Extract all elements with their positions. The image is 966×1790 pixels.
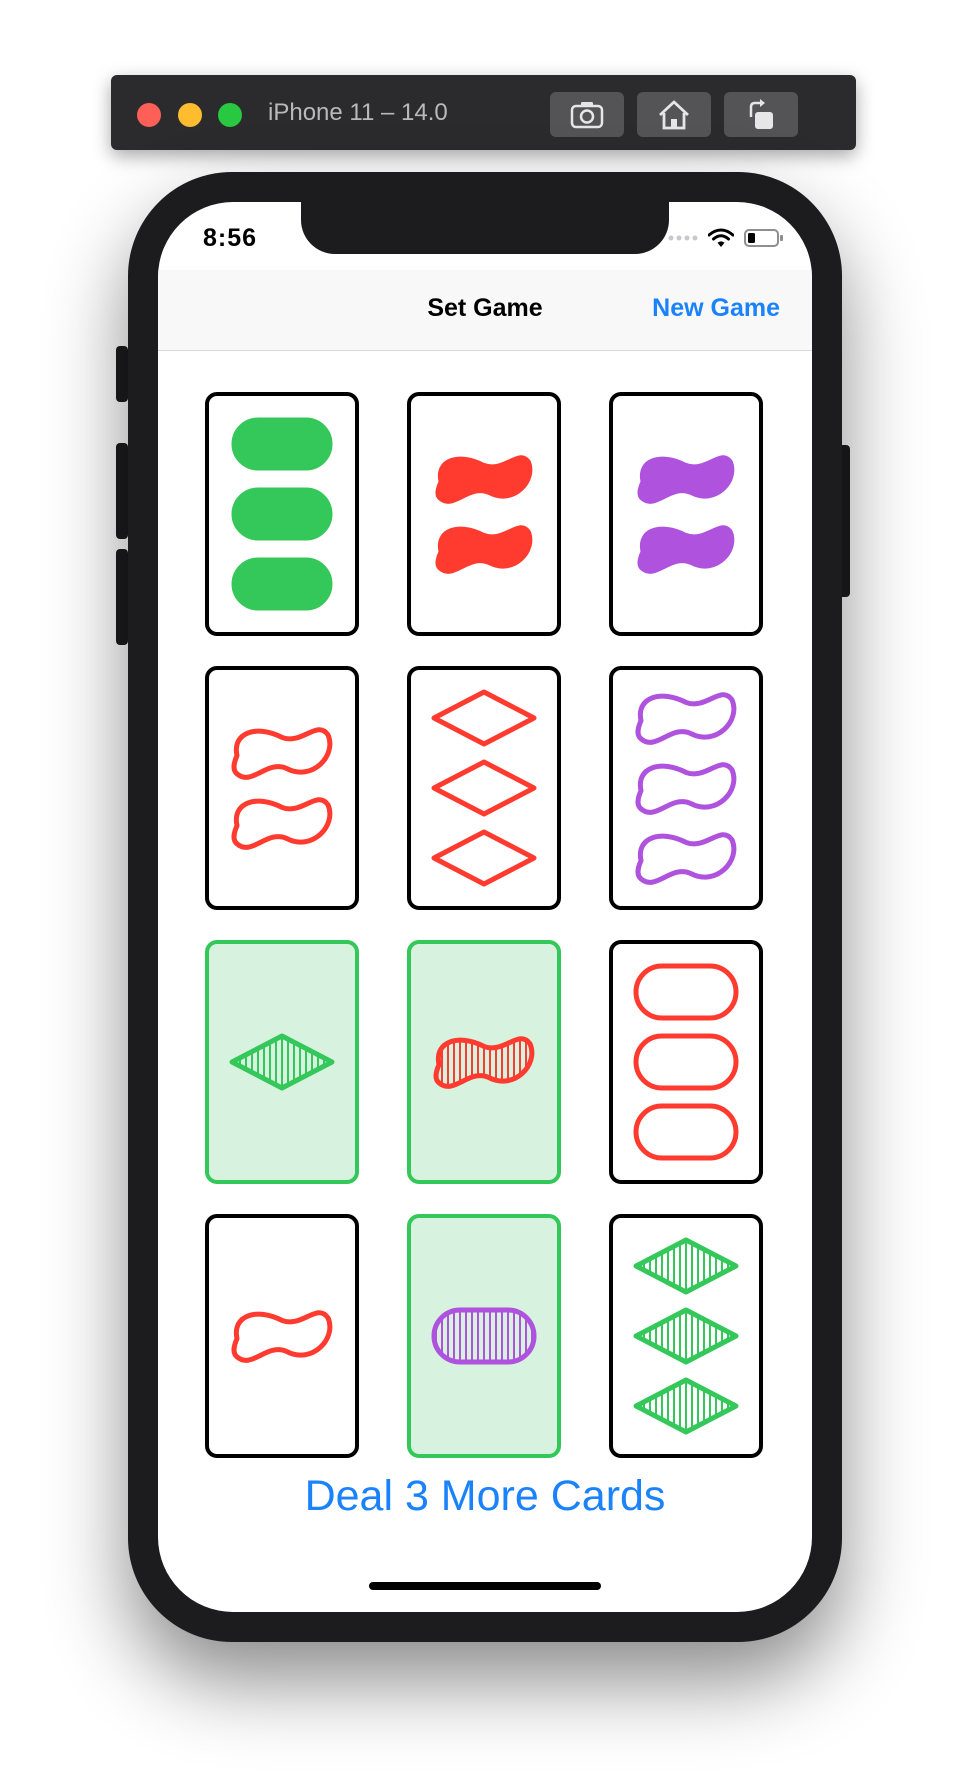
card-symbols [433, 1036, 535, 1089]
squiggle-symbol [231, 1310, 333, 1363]
oval-symbol [231, 417, 333, 471]
rotate-icon [749, 98, 773, 129]
set-card[interactable] [609, 392, 763, 636]
diamond-symbol [633, 1237, 739, 1295]
set-card[interactable] [609, 666, 763, 910]
set-card[interactable] [407, 392, 561, 636]
status-time: 8:56 [203, 224, 258, 252]
diamond-symbol [229, 1033, 335, 1091]
card-symbols [229, 1033, 335, 1091]
set-card[interactable] [609, 940, 763, 1184]
oval-symbol [431, 1307, 537, 1365]
set-card[interactable] [407, 1214, 561, 1458]
diamond-symbol [431, 829, 537, 887]
volume-up-button [116, 443, 128, 539]
home-icon [659, 100, 689, 129]
squiggle-symbol [635, 692, 737, 745]
oval-symbol [231, 557, 333, 611]
set-card[interactable] [205, 1214, 359, 1458]
simulator-title: iPhone 11 – 14.0 [268, 99, 448, 126]
iphone-frame: 8:56 Set Game New Game Deal 3 More Cards [128, 172, 842, 1642]
diamond-symbol [633, 1377, 739, 1435]
squiggle-symbol [231, 797, 333, 850]
card-grid [205, 392, 765, 1458]
set-card[interactable] [205, 666, 359, 910]
set-card[interactable] [609, 1214, 763, 1458]
volume-down-button [116, 549, 128, 645]
squiggle-symbol [635, 762, 737, 815]
card-symbols [635, 692, 737, 885]
card-symbols [231, 727, 333, 850]
card-symbols [431, 689, 537, 887]
screenshot-button[interactable] [550, 92, 624, 137]
set-card[interactable] [407, 666, 561, 910]
minimize-window-button[interactable] [178, 103, 202, 127]
squiggle-symbol [637, 525, 735, 574]
card-symbols [633, 1237, 739, 1435]
squiggle-symbol [637, 455, 735, 504]
screenshot-icon [570, 101, 604, 128]
oval-symbol [231, 487, 333, 541]
battery-icon [744, 229, 783, 247]
close-window-button[interactable] [137, 103, 161, 127]
squiggle-symbol [231, 727, 333, 780]
phone-screen: 8:56 Set Game New Game Deal 3 More Cards [158, 202, 812, 1612]
zoom-window-button[interactable] [218, 103, 242, 127]
notch [301, 202, 669, 254]
home-indicator [369, 1582, 601, 1590]
status-icons [668, 228, 784, 248]
navigation-bar: Set Game New Game [158, 270, 812, 351]
squiggle-symbol [635, 832, 737, 885]
deal-more-cards-button[interactable]: Deal 3 More Cards [158, 1472, 812, 1521]
rotate-button[interactable] [724, 92, 798, 137]
set-card[interactable] [205, 940, 359, 1184]
simulator-toolbar: iPhone 11 – 14.0 [111, 75, 856, 150]
oval-symbol [633, 1103, 739, 1161]
cellular-signal-icon [668, 235, 698, 241]
oval-symbol [633, 963, 739, 1021]
set-card[interactable] [407, 940, 561, 1184]
card-symbols [435, 455, 533, 574]
set-card[interactable] [205, 392, 359, 636]
new-game-button[interactable]: New Game [652, 294, 780, 323]
squiggle-symbol [433, 1036, 535, 1089]
card-symbols [231, 417, 333, 611]
squiggle-symbol [435, 455, 533, 504]
home-button[interactable] [637, 92, 711, 137]
squiggle-symbol [435, 525, 533, 574]
diamond-symbol [431, 759, 537, 817]
card-symbols [633, 963, 739, 1161]
card-symbols [431, 1307, 537, 1365]
diamond-symbol [431, 689, 537, 747]
card-symbols [637, 455, 735, 574]
wifi-icon [708, 228, 734, 247]
diamond-symbol [633, 1307, 739, 1365]
card-symbols [231, 1310, 333, 1363]
mute-switch [116, 346, 128, 402]
oval-symbol [633, 1033, 739, 1091]
